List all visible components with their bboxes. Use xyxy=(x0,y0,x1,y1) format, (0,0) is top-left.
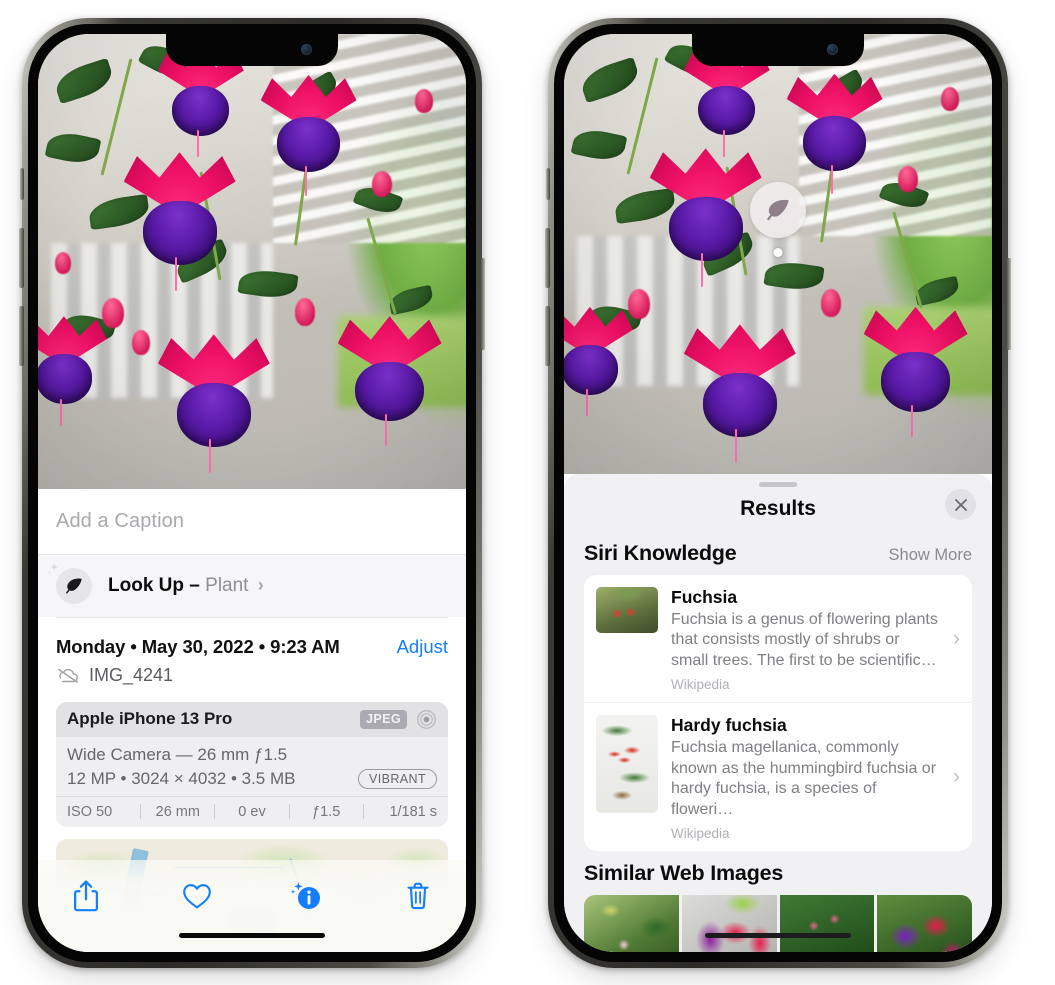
photographic-style-badge: VIBRANT xyxy=(358,768,437,789)
section-title: Similar Web Images xyxy=(584,861,784,886)
home-indicator[interactable] xyxy=(705,933,851,938)
notch xyxy=(166,34,338,66)
web-image-thumbnail[interactable] xyxy=(779,895,875,952)
leaf-icon xyxy=(47,563,92,604)
power-button[interactable] xyxy=(480,258,485,350)
results-header: Results xyxy=(564,487,992,531)
chevron-right-icon: › xyxy=(953,626,960,650)
adjust-button[interactable]: Adjust xyxy=(397,636,448,658)
info-button[interactable] xyxy=(285,874,329,918)
sparkles-icon xyxy=(47,563,58,575)
lookup-anchor-dot xyxy=(773,248,783,257)
knowledge-result-row[interactable]: Hardy fuchsia Fuchsia magellanica, commo… xyxy=(584,702,972,851)
device-bezel: Add a Caption Look Up – Plant › Monday •… xyxy=(28,24,476,962)
photo-vignette xyxy=(38,34,466,489)
mute-switch[interactable] xyxy=(546,168,550,200)
iphone-left-device: Add a Caption Look Up – Plant › Monday •… xyxy=(19,18,485,968)
results-title: Results xyxy=(740,497,816,520)
web-image-thumbnail[interactable] xyxy=(681,895,777,952)
iphone-right-device: Results Siri Knowledge Show More Fuchsia… xyxy=(545,18,1011,968)
volume-down-button[interactable] xyxy=(545,306,550,366)
volume-up-button[interactable] xyxy=(19,228,24,288)
caption-placeholder: Add a Caption xyxy=(56,510,185,532)
section-title: Siri Knowledge xyxy=(584,541,737,565)
photo-info-sheet: Add a Caption Look Up – Plant › Monday •… xyxy=(38,489,466,952)
exif-body: Wide Camera — 26 mm ƒ1.5 12 MP • 3024 × … xyxy=(56,737,448,796)
result-thumbnail xyxy=(596,587,658,633)
exif-card[interactable]: Apple iPhone 13 Pro JPEG Wide Camera — 2… xyxy=(56,701,448,827)
front-camera-icon xyxy=(301,44,312,55)
image-size-info: 12 MP • 3024 × 4032 • 3.5 MB xyxy=(67,768,296,788)
look-up-dash: – xyxy=(189,575,200,596)
knowledge-result-row[interactable]: Fuchsia Fuchsia is a genus of flowering … xyxy=(584,575,972,702)
trash-icon xyxy=(407,882,429,910)
exif-stat-shutter: 1/181 s xyxy=(389,803,438,820)
result-description: Fuchsia magellanica, commonly known as t… xyxy=(671,739,937,818)
chevron-right-icon: › xyxy=(953,765,960,789)
photo-viewer[interactable] xyxy=(38,34,466,489)
web-image-thumbnail[interactable] xyxy=(877,895,972,952)
screenshot-stage: Add a Caption Look Up – Plant › Monday •… xyxy=(0,0,1055,985)
photo-toolbar xyxy=(38,860,466,952)
leaf-icon xyxy=(767,199,789,221)
result-source: Wikipedia xyxy=(671,677,730,693)
siri-knowledge-card: Fuchsia Fuchsia is a genus of flowering … xyxy=(584,575,972,852)
home-indicator[interactable] xyxy=(179,933,325,938)
look-up-title: Look Up xyxy=(108,575,184,596)
exif-header: Apple iPhone 13 Pro JPEG xyxy=(56,701,448,737)
exif-stat-ev: 0 ev xyxy=(238,803,266,820)
similar-web-images-strip xyxy=(584,895,972,952)
exif-stat-iso: ISO 50 xyxy=(67,803,113,820)
visual-lookup-results-sheet: Results Siri Knowledge Show More Fuchsia… xyxy=(564,474,992,952)
result-title: Hardy fuchsia xyxy=(671,715,787,736)
volume-down-button[interactable] xyxy=(19,306,24,366)
cloud-slash-icon xyxy=(58,668,78,683)
chevron-right-icon: › xyxy=(257,575,264,595)
camera-device-name: Apple iPhone 13 Pro xyxy=(67,709,233,729)
delete-button[interactable] xyxy=(396,874,440,918)
exif-stat-aperture: ƒ1.5 xyxy=(312,803,341,820)
power-button[interactable] xyxy=(1006,258,1011,350)
close-icon xyxy=(954,498,967,511)
front-camera-icon xyxy=(827,44,838,55)
heart-icon xyxy=(182,884,211,909)
notch xyxy=(692,34,864,66)
siri-knowledge-header: Siri Knowledge Show More xyxy=(564,531,992,575)
visual-lookup-leaf-badge[interactable] xyxy=(750,182,806,238)
result-description: Fuchsia is a genus of flowering plants t… xyxy=(671,611,938,669)
similar-web-images-header: Similar Web Images xyxy=(564,851,992,895)
caption-input-row[interactable]: Add a Caption xyxy=(38,489,466,555)
look-up-row[interactable]: Look Up – Plant › xyxy=(38,555,466,617)
mute-switch[interactable] xyxy=(20,168,24,200)
exif-stats-row: ISO 50 26 mm 0 ev ƒ1.5 1/181 s xyxy=(56,795,448,827)
info-sparkle-icon xyxy=(291,882,321,909)
favorite-button[interactable] xyxy=(175,874,219,918)
lens-info: Wide Camera — 26 mm ƒ1.5 xyxy=(67,744,288,764)
photo-filename: IMG_4241 xyxy=(89,664,174,685)
exif-stat-focal: 26 mm xyxy=(155,803,200,820)
result-source: Wikipedia xyxy=(671,826,730,842)
share-button[interactable] xyxy=(64,874,108,918)
photo-date: Monday • May 30, 2022 • 9:23 AM xyxy=(56,635,340,657)
show-more-button[interactable]: Show More xyxy=(889,546,972,565)
web-image-thumbnail[interactable] xyxy=(584,895,679,952)
format-badge: JPEG xyxy=(360,709,407,729)
share-icon xyxy=(74,880,98,912)
look-up-label: Look Up – Plant › xyxy=(108,575,264,597)
right-screen: Results Siri Knowledge Show More Fuchsia… xyxy=(564,34,992,952)
result-title: Fuchsia xyxy=(671,587,738,607)
aperture-icon xyxy=(417,709,436,729)
look-up-subject: Plant xyxy=(205,575,249,596)
left-screen: Add a Caption Look Up – Plant › Monday •… xyxy=(38,34,466,952)
result-thumbnail xyxy=(596,715,658,814)
photo-metadata: Monday • May 30, 2022 • 9:23 AM Adjust I… xyxy=(38,617,466,690)
device-bezel: Results Siri Knowledge Show More Fuchsia… xyxy=(554,24,1002,962)
close-button[interactable] xyxy=(945,489,976,520)
volume-up-button[interactable] xyxy=(545,228,550,288)
